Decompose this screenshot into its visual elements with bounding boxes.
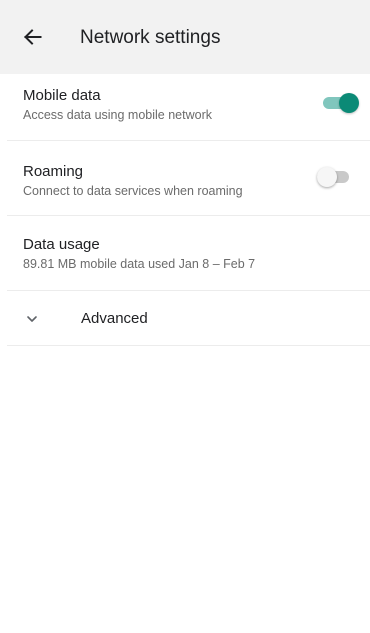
mobile-data-row[interactable]: Mobile data Access data using mobile net… <box>7 74 370 141</box>
advanced-label: Advanced <box>81 310 148 327</box>
roaming-row[interactable]: Roaming Connect to data services when ro… <box>7 141 370 216</box>
page-title: Network settings <box>80 27 221 48</box>
mobile-data-subtitle: Access data using mobile network <box>23 108 212 122</box>
back-button[interactable] <box>18 22 48 52</box>
network-settings-screen: Network settings Mobile data Access data… <box>0 0 370 633</box>
roaming-toggle-thumb <box>317 167 337 187</box>
data-usage-subtitle: 89.81 MB mobile data used Jan 8 – Feb 7 <box>23 257 256 271</box>
arrow-back-icon <box>24 29 42 45</box>
roaming-subtitle: Connect to data services when roaming <box>23 184 243 198</box>
mobile-data-title: Mobile data <box>23 87 101 104</box>
mobile-data-toggle-thumb <box>339 93 359 113</box>
advanced-row[interactable]: Advanced <box>7 291 370 346</box>
mobile-data-toggle[interactable] <box>323 92 359 114</box>
settings-list: Mobile data Access data using mobile net… <box>7 74 370 633</box>
roaming-toggle[interactable] <box>317 166 353 188</box>
chevron-down-icon <box>27 316 37 322</box>
roaming-title: Roaming <box>23 163 84 180</box>
data-usage-row[interactable]: Data usage 89.81 MB mobile data used Jan… <box>7 216 370 291</box>
app-bar: Network settings <box>0 0 370 74</box>
data-usage-title: Data usage <box>23 236 100 253</box>
